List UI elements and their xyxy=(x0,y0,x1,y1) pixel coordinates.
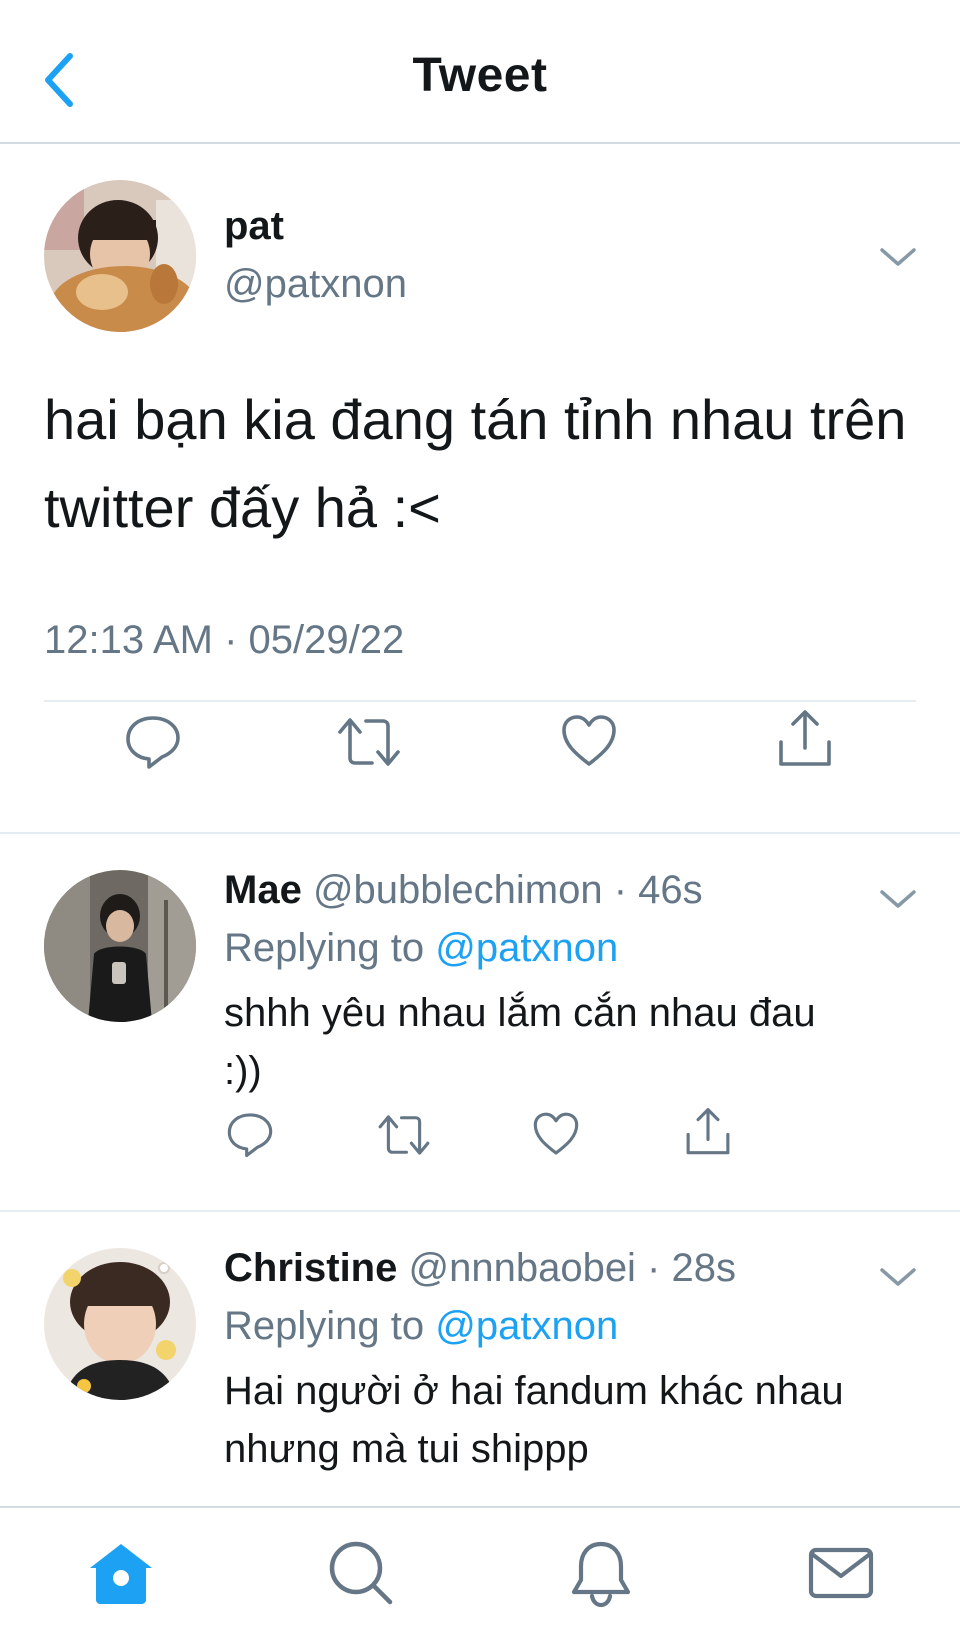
more-options-button[interactable] xyxy=(878,244,918,272)
mention-link[interactable]: @patxnon xyxy=(435,1304,618,1348)
share-button[interactable] xyxy=(684,1106,732,1158)
avatar[interactable] xyxy=(44,870,196,1022)
home-icon xyxy=(90,1544,152,1604)
tab-messages[interactable] xyxy=(806,1538,876,1608)
reply-author-name[interactable]: Mae xyxy=(224,868,302,912)
avatar-photo xyxy=(44,870,196,1022)
tweet-text: hai bạn kia đang tán tỉnh nhau trên twit… xyxy=(44,388,907,539)
author-name[interactable]: pat xyxy=(224,204,284,249)
tweet-timestamp: 12:13 AM · 05/29/22 xyxy=(44,618,405,662)
like-button[interactable] xyxy=(532,1110,580,1158)
main-tweet: pat @patxnon hai bạn kia đang tán tỉnh n… xyxy=(0,144,960,834)
mention-link[interactable]: @patxnon xyxy=(435,926,618,970)
replying-to-label: Replying to xyxy=(224,1304,436,1348)
more-options-button[interactable] xyxy=(878,1264,918,1292)
retweet-button[interactable] xyxy=(336,714,402,770)
share-icon xyxy=(779,710,831,766)
chevron-down-icon xyxy=(880,890,916,908)
reply-tweet[interactable]: Christine @nnnbaobei · 28s Replying to @… xyxy=(0,1212,960,1506)
reply-button[interactable] xyxy=(124,712,182,770)
tab-notifications[interactable] xyxy=(566,1538,636,1608)
replying-to: Replying to @patxnon xyxy=(224,1304,618,1349)
divider xyxy=(44,700,916,702)
messages-icon xyxy=(808,1547,874,1599)
avatar[interactable] xyxy=(44,180,196,332)
chevron-down-icon xyxy=(880,1268,916,1286)
top-nav-bar: Tweet xyxy=(0,0,960,144)
reply-header: Mae @bubblechimon · 46s xyxy=(224,868,703,913)
like-button[interactable] xyxy=(560,712,618,770)
tab-search[interactable] xyxy=(326,1538,396,1608)
reply-text: shhh yêu nhau lắm cắn nhau đau :)) xyxy=(224,991,816,1093)
retweet-icon xyxy=(378,1115,430,1155)
share-icon xyxy=(686,1108,730,1155)
reply-handle-time: @nnnbaobei · 28s xyxy=(408,1246,736,1290)
like-icon xyxy=(562,715,616,766)
reply-author-name[interactable]: Christine xyxy=(224,1246,397,1290)
more-options-button[interactable] xyxy=(878,886,918,914)
replying-to-label: Replying to xyxy=(224,926,436,970)
chevron-down-icon xyxy=(880,248,916,266)
retweet-icon xyxy=(338,718,400,766)
author-handle[interactable]: @patxnon xyxy=(224,262,407,307)
reply-button[interactable] xyxy=(226,1110,274,1158)
reply-header: Christine @nnnbaobei · 28s xyxy=(224,1246,736,1291)
search-icon xyxy=(329,1541,393,1605)
avatar-photo xyxy=(44,1248,196,1400)
avatar[interactable] xyxy=(44,1248,196,1400)
reply-handle-time: @bubblechimon · 46s xyxy=(312,868,703,912)
share-button[interactable] xyxy=(776,708,834,770)
tab-home[interactable] xyxy=(86,1538,156,1608)
notifications-icon xyxy=(571,1541,631,1608)
reply-icon xyxy=(126,716,180,769)
retweet-button[interactable] xyxy=(376,1112,432,1158)
reply-tweet[interactable]: Mae @bubblechimon · 46s Replying to @pat… xyxy=(0,834,960,1212)
page-title: Tweet xyxy=(412,49,548,102)
bottom-tab-bar xyxy=(0,1506,960,1635)
reply-icon xyxy=(227,1113,273,1158)
reply-text: Hai người ở hai fandum khác nhau nhưng m… xyxy=(224,1369,844,1471)
avatar-photo xyxy=(44,180,196,332)
replying-to: Replying to @patxnon xyxy=(224,926,618,971)
like-icon xyxy=(533,1112,579,1155)
